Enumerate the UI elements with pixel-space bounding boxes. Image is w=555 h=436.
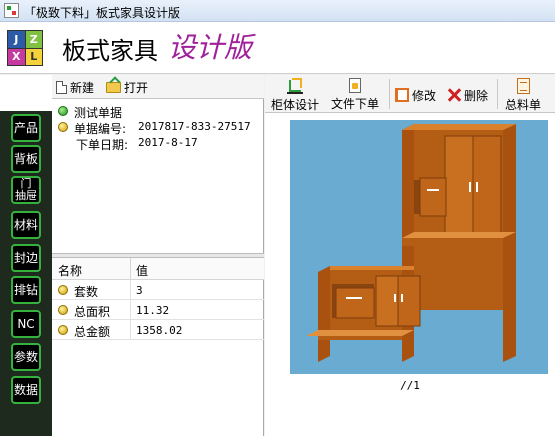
order-number-value: 2017817-833-27517 — [138, 120, 251, 133]
app-icon — [4, 3, 19, 18]
file-order-button[interactable]: 文件下单 — [331, 78, 379, 112]
logo-letter: J — [8, 31, 25, 48]
sidebar-item-nc[interactable]: NC — [11, 310, 41, 338]
cabinet-3d-render — [306, 124, 516, 362]
sidebar: 产品 背板 门 抽屉 材料 封边 排钻 NC 参数 数据 — [0, 75, 52, 436]
design-toolbar: 柜体设计 文件下单 修改 删除 总料单 — [265, 75, 555, 113]
base-bottom-edge — [318, 336, 402, 340]
row-value: 1358.02 — [136, 324, 183, 337]
title-bar: 「极致下料」板式家具设计版 — [0, 0, 555, 22]
row-name: 套数 — [74, 285, 99, 299]
cabinet-design-button[interactable]: 柜体设计 — [271, 78, 319, 113]
project-node[interactable]: 测试单据 — [56, 103, 260, 120]
toolbar-separator — [497, 79, 498, 109]
upper-drawer-front — [419, 177, 447, 217]
base-side-panel-left — [318, 266, 330, 362]
project-tree: 测试单据 单据编号: 2017817-833-27517 下单日期: 2017-… — [56, 103, 260, 152]
order-date-label: 下单日期: — [76, 138, 129, 152]
summary-sheet-label: 总料单 — [505, 98, 542, 112]
order-date-value: 2017-8-17 — [138, 136, 198, 149]
tall-side-panel-right — [503, 124, 516, 362]
order-number-row: 单据编号: 2017817-833-27517 — [56, 119, 260, 136]
preview-caption: //1 — [400, 379, 420, 392]
open-button[interactable]: 打开 — [106, 79, 148, 95]
table-row[interactable]: 套数 3 — [52, 280, 264, 300]
logo-letter: L — [25, 48, 42, 65]
table-row[interactable]: 总金额 1358.02 — [52, 320, 264, 340]
sidebar-item-backboard[interactable]: 背板 — [11, 145, 41, 173]
new-button-label: 新建 — [70, 80, 95, 95]
status-yellow-icon — [58, 122, 68, 132]
delete-button[interactable]: 删除 — [447, 87, 488, 104]
base-bottom-shelf — [306, 330, 414, 336]
middle-shelf-edge — [402, 238, 503, 246]
3d-preview-viewport[interactable] — [290, 120, 548, 374]
row-name: 总金额 — [74, 325, 111, 339]
middle-shelf — [402, 232, 516, 238]
modify-label: 修改 — [412, 89, 437, 103]
table-row[interactable]: 总面积 11.32 — [52, 300, 264, 320]
material-list-icon — [516, 78, 530, 94]
sidebar-item-parameters[interactable]: 参数 — [11, 343, 41, 371]
grid-header: 名称 值 — [52, 258, 264, 280]
sidebar-item-door-drawer[interactable]: 门 抽屉 — [11, 176, 41, 204]
delete-label: 删除 — [464, 89, 489, 103]
sidebar-item-drilling[interactable]: 排钻 — [11, 276, 41, 304]
column-divider — [130, 280, 131, 300]
status-yellow-icon — [58, 325, 68, 335]
file-order-label: 文件下单 — [331, 97, 380, 111]
logo-letter: Z — [25, 31, 42, 48]
sidebar-item-material[interactable]: 材料 — [11, 211, 41, 239]
column-divider — [130, 300, 131, 320]
open-button-label: 打开 — [124, 80, 149, 95]
col-header-name[interactable]: 名称 — [58, 262, 82, 279]
project-pane: 新建 打开 测试单据 单据编号: 2017817-833-27517 下单日期:… — [52, 75, 264, 436]
cabinet-design-icon — [287, 78, 303, 94]
row-value: 11.32 — [136, 304, 170, 317]
toolbar-separator — [389, 79, 390, 109]
status-yellow-icon — [58, 305, 68, 315]
open-folder-icon — [106, 81, 121, 93]
brand-title: 板式家具 — [62, 37, 158, 65]
new-button[interactable]: 新建 — [56, 79, 94, 95]
base-top-panel — [330, 266, 414, 270]
modify-button[interactable]: 修改 — [395, 87, 436, 104]
app-logo: J Z X L — [7, 30, 43, 66]
sidebar-item-product[interactable]: 产品 — [11, 114, 41, 142]
window-title: 「极致下料」板式家具设计版 — [24, 6, 181, 20]
column-divider — [130, 320, 131, 340]
column-divider — [130, 258, 131, 280]
project-toolbar: 新建 打开 — [52, 75, 264, 99]
order-date-row: 下单日期: 2017-8-17 — [56, 135, 260, 152]
row-name: 总面积 — [74, 305, 111, 319]
status-yellow-icon — [58, 285, 68, 295]
logo-letter: X — [8, 48, 25, 65]
edition-title: 设计版 — [168, 31, 253, 64]
row-value: 3 — [136, 284, 143, 297]
sidebar-item-data[interactable]: 数据 — [11, 376, 41, 404]
edit-icon — [395, 87, 409, 102]
summary-sheet-button[interactable]: 总料单 — [505, 78, 541, 113]
design-pane: 柜体设计 文件下单 修改 删除 总料单 //1 — [265, 75, 555, 436]
top-panel — [402, 124, 516, 130]
delete-icon — [447, 88, 461, 102]
sidebar-header — [0, 75, 52, 111]
upper-door-left — [444, 135, 474, 245]
summary-grid: 名称 值 套数 3 总面积 11.32 总金额 1358.02 — [52, 258, 264, 340]
sidebar-item-edge-banding[interactable]: 封边 — [11, 244, 41, 272]
cabinet-design-label: 柜体设计 — [271, 98, 320, 112]
new-file-icon — [56, 80, 67, 94]
file-order-icon — [349, 78, 361, 93]
app-header: J Z X L 板式家具 设计版 — [0, 22, 555, 74]
lower-drawer-front — [335, 287, 375, 319]
col-header-value[interactable]: 值 — [136, 262, 148, 279]
status-green-icon — [58, 106, 68, 116]
